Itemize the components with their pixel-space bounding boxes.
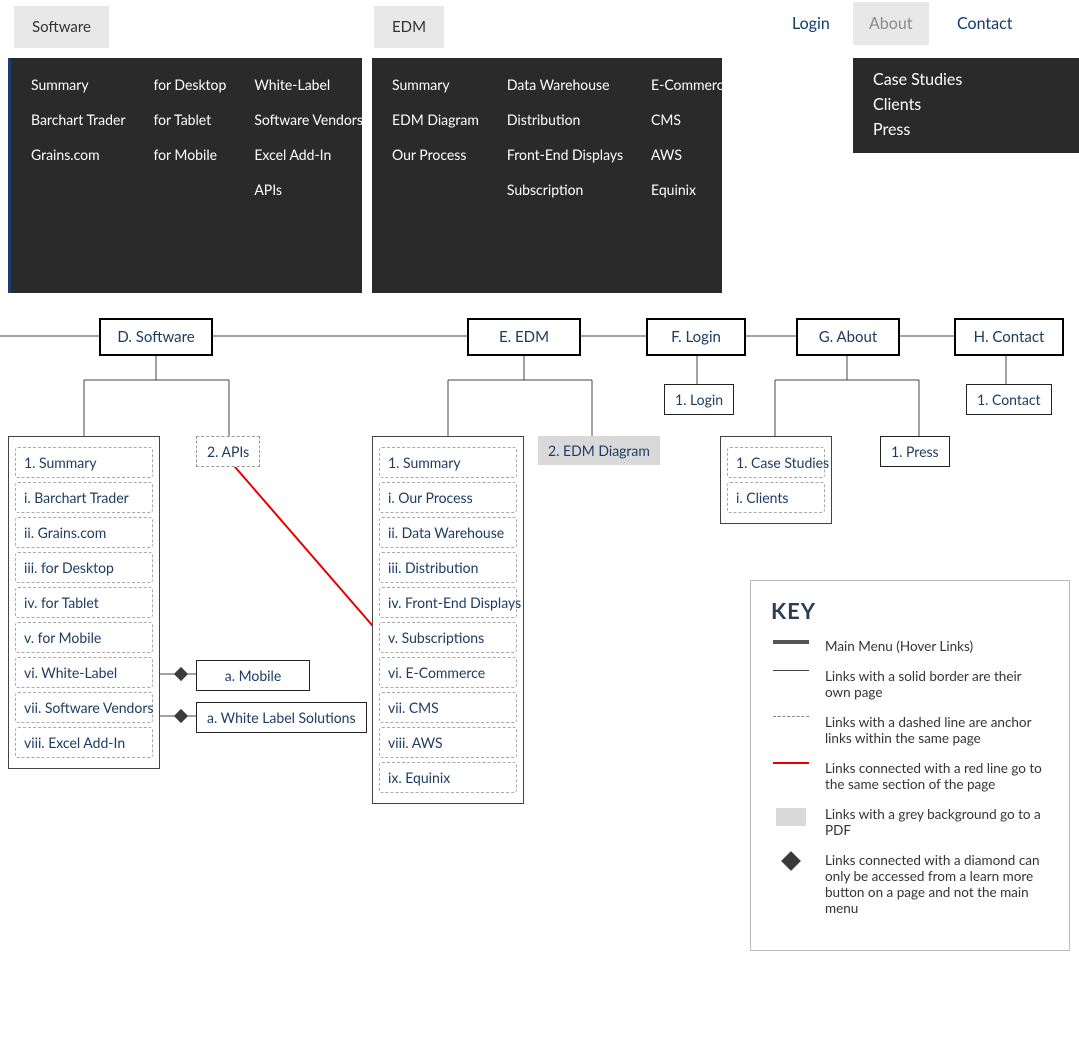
menu-item[interactable]: Excel Add-In <box>254 146 363 163</box>
node-g-press[interactable]: 1. Press <box>880 436 950 467</box>
menu-item[interactable]: Summary <box>31 76 125 93</box>
list-item[interactable]: v. for Mobile <box>15 622 153 653</box>
dropdown-software-col-3: White-Label Software Vendors Excel Add-I… <box>254 76 363 275</box>
menu-item[interactable]: Case Studies <box>873 70 1059 89</box>
menu-item[interactable]: AWS <box>651 146 731 163</box>
menu-item[interactable]: CMS <box>651 111 731 128</box>
tab-edm[interactable]: EDM <box>374 6 444 48</box>
menu-item[interactable]: Clients <box>873 95 1059 114</box>
node-h-contact[interactable]: H. Contact <box>954 318 1064 356</box>
list-item[interactable]: 1. Case Studies <box>727 447 825 478</box>
node-d-mobile[interactable]: a. Mobile <box>196 660 310 691</box>
menu-item[interactable]: APIs <box>254 181 363 198</box>
menu-item[interactable]: for Tablet <box>153 111 226 128</box>
menu-item[interactable]: Grains.com <box>31 146 125 163</box>
list-item[interactable]: viii. AWS <box>379 727 517 758</box>
menu-item[interactable]: Software Vendors <box>254 111 363 128</box>
dropdown-software: Summary Barchart Trader Grains.com for D… <box>8 58 362 293</box>
tab-software[interactable]: Software <box>14 6 109 48</box>
list-item[interactable]: viii. Excel Add-In <box>15 727 153 758</box>
list-item[interactable]: i. Clients <box>727 482 825 513</box>
legend-title: KEY <box>771 597 1049 624</box>
dropdown-edm-col-3: E-Commerce CMS AWS Equinix <box>651 76 731 275</box>
menu-item[interactable]: Press <box>873 120 1059 139</box>
menu-item[interactable]: for Desktop <box>153 76 226 93</box>
legend-label: Links with a dashed line are anchor link… <box>825 714 1049 746</box>
menu-item[interactable]: Our Process <box>392 146 479 163</box>
node-f-login-page[interactable]: 1. Login <box>664 384 734 415</box>
toplink-about[interactable]: About <box>853 2 929 45</box>
menu-item[interactable]: EDM Diagram <box>392 111 479 128</box>
list-item[interactable]: vi. E-Commerce <box>379 657 517 688</box>
dropdown-software-col-1: Summary Barchart Trader Grains.com <box>31 76 125 275</box>
list-item[interactable]: vii. CMS <box>379 692 517 723</box>
legend-label: Links with a grey background go to a PDF <box>825 806 1049 838</box>
node-d-software[interactable]: D. Software <box>99 318 213 356</box>
legend-label: Links with a solid border are their own … <box>825 668 1049 700</box>
group-e-summary: 1. Summary i. Our Process ii. Data Wareh… <box>372 436 524 804</box>
menu-item[interactable]: for Mobile <box>153 146 226 163</box>
node-f-login[interactable]: F. Login <box>646 318 746 356</box>
node-d-apis[interactable]: 2. APIs <box>196 436 260 467</box>
menu-item[interactable]: E-Commerce <box>651 76 731 93</box>
node-h-contact-page[interactable]: 1. Contact <box>966 384 1052 415</box>
legend-label: Links connected with a diamond can only … <box>825 852 1049 916</box>
menu-item[interactable]: Summary <box>392 76 479 93</box>
toplink-contact[interactable]: Contact <box>957 14 1012 33</box>
menu-item[interactable]: Distribution <box>507 111 623 128</box>
dropdown-software-col-2: for Desktop for Tablet for Mobile <box>153 76 226 275</box>
list-item[interactable]: i. Our Process <box>379 482 517 513</box>
list-item[interactable]: ii. Grains.com <box>15 517 153 548</box>
toplink-login[interactable]: Login <box>792 14 830 33</box>
list-item[interactable]: vi. White-Label <box>15 657 153 688</box>
list-item[interactable]: iii. for Desktop <box>15 552 153 583</box>
dropdown-about: Case Studies Clients Press <box>853 58 1079 153</box>
menu-item[interactable]: Barchart Trader <box>31 111 125 128</box>
menu-item[interactable]: Subscription <box>507 181 623 198</box>
list-item[interactable]: vii. Software Vendors <box>15 692 153 723</box>
diamond-icon <box>174 667 188 681</box>
menu-item[interactable]: Front-End Displays <box>507 146 623 163</box>
list-item[interactable]: 1. Summary <box>15 447 153 478</box>
list-item[interactable]: 1. Summary <box>379 447 517 478</box>
list-item[interactable]: v. Subscriptions <box>379 622 517 653</box>
diamond-icon <box>174 709 188 723</box>
list-item[interactable]: iv. Front-End Displays <box>379 587 517 618</box>
menu-item[interactable]: White-Label <box>254 76 363 93</box>
group-g-about: 1. Case Studies i. Clients <box>720 436 832 524</box>
menu-item[interactable]: Data Warehouse <box>507 76 623 93</box>
node-d-whitelabel[interactable]: a. White Label Solutions <box>196 702 367 733</box>
list-item[interactable]: iii. Distribution <box>379 552 517 583</box>
node-e-edm[interactable]: E. EDM <box>467 318 581 356</box>
legend-label: Main Menu (Hover Links) <box>825 638 973 654</box>
node-e-diagram-pdf[interactable]: 2. EDM Diagram <box>538 436 660 465</box>
list-item[interactable]: i. Barchart Trader <box>15 482 153 513</box>
node-g-about[interactable]: G. About <box>796 318 900 356</box>
menu-item[interactable]: Equinix <box>651 181 731 198</box>
dropdown-edm: Summary EDM Diagram Our Process Data War… <box>372 58 722 293</box>
legend-key: KEY Main Menu (Hover Links) Links with a… <box>750 580 1070 951</box>
dropdown-edm-col-1: Summary EDM Diagram Our Process <box>392 76 479 275</box>
list-item[interactable]: ix. Equinix <box>379 762 517 793</box>
list-item[interactable]: iv. for Tablet <box>15 587 153 618</box>
dropdown-edm-col-2: Data Warehouse Distribution Front-End Di… <box>507 76 623 275</box>
legend-label: Links connected with a red line go to th… <box>825 760 1049 792</box>
group-d-summary: 1. Summary i. Barchart Trader ii. Grains… <box>8 436 160 769</box>
list-item[interactable]: ii. Data Warehouse <box>379 517 517 548</box>
